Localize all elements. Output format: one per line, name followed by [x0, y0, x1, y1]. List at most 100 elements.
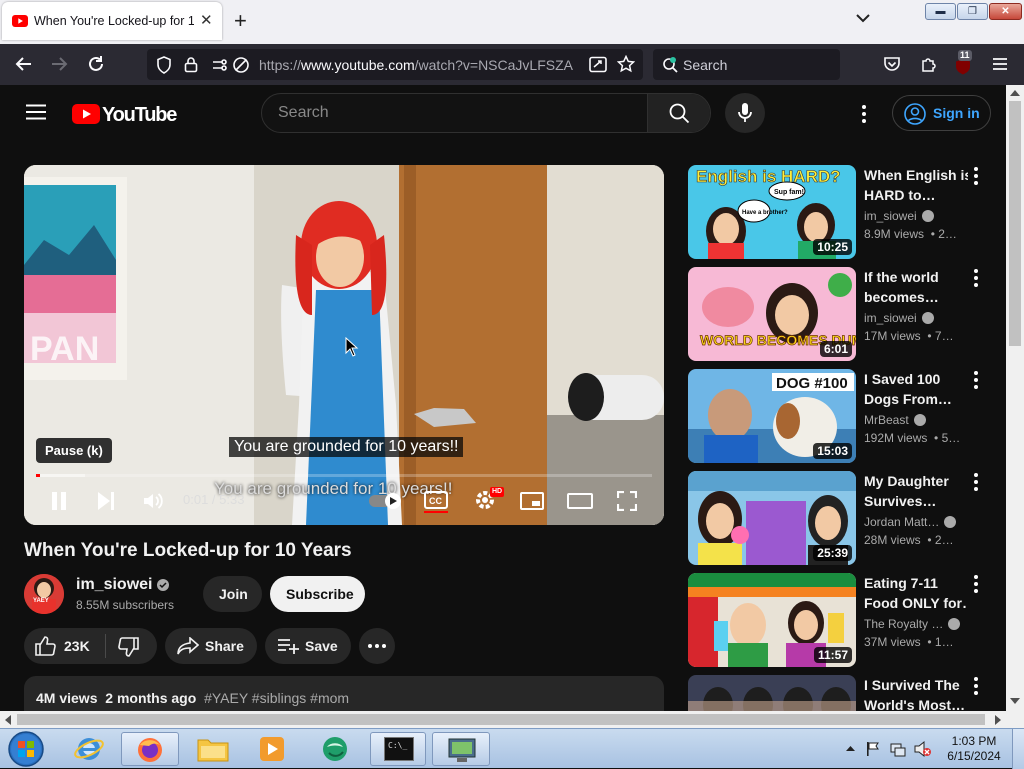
recommended-video-card[interactable]: WORLD BECOMES DUMB 6:01 If the world beco… [688, 267, 988, 361]
voice-search-button[interactable] [725, 93, 765, 133]
scroll-up-arrow-icon[interactable] [1010, 89, 1020, 96]
youtube-logo-icon[interactable] [72, 104, 100, 124]
url-bar[interactable]: https://www.youtube.com/watch?v=NSCaJvLF… [147, 49, 643, 80]
horizontal-scrollbar[interactable] [0, 711, 1024, 728]
recommended-video-card[interactable]: English is HARD? Sup fam! Have a brother? … [688, 165, 988, 259]
taskbar-media-player[interactable] [245, 732, 301, 766]
next-video-icon[interactable] [97, 492, 115, 510]
show-desktop-button[interactable] [1012, 729, 1024, 769]
taskbar-file-explorer[interactable] [185, 732, 241, 766]
dislike-thumb-icon[interactable] [118, 637, 139, 657]
volume-icon[interactable] [143, 491, 163, 511]
recommended-title[interactable]: When English is HARD to… [864, 165, 968, 205]
volume-muted-icon[interactable] [914, 740, 932, 758]
vertical-scroll-thumb[interactable] [1009, 101, 1021, 346]
video-thumbnail[interactable]: 11:57 [688, 573, 856, 667]
hashtags[interactable]: #YAEY #siblings #mom [204, 690, 349, 706]
list-all-tabs-chevron-icon[interactable] [855, 13, 871, 23]
fullscreen-icon[interactable] [617, 491, 637, 511]
channel-name[interactable]: im_siowei [76, 576, 170, 594]
taskbar-network-app[interactable] [432, 732, 490, 766]
forward-arrow-icon[interactable] [51, 56, 69, 72]
show-hidden-icons-icon[interactable] [846, 745, 855, 751]
recommended-channel[interactable]: im_siowei [864, 311, 934, 325]
more-actions-button[interactable] [359, 628, 395, 664]
settings-kebab-icon[interactable] [861, 105, 867, 123]
browser-tab-active[interactable]: When You're Locked-up for 10 Years ✕ [2, 2, 222, 40]
recommended-title[interactable]: If the world becomes… [864, 267, 968, 307]
pocket-icon[interactable] [883, 56, 901, 73]
taskbar-command-prompt[interactable]: C:\_ [370, 732, 426, 766]
like-thumb-icon[interactable] [35, 636, 56, 656]
autoplay-blocked-icon[interactable] [232, 56, 250, 74]
reader-view-icon[interactable] [589, 56, 607, 73]
video-thumbnail[interactable]: 25:39 [688, 471, 856, 565]
system-clock[interactable]: 1:03 PM 6/15/2024 [944, 734, 1004, 764]
lock-icon[interactable] [184, 56, 198, 73]
recommended-video-card[interactable]: 25:39 My Daughter Survives… Jordan Matt… … [688, 471, 988, 565]
youtube-logo-text[interactable]: YouTube [102, 104, 177, 127]
taskbar-internet-explorer[interactable] [62, 732, 118, 766]
recommended-video-card[interactable]: 11:57 Eating 7-11 Food ONLY for… The Roya… [688, 573, 988, 667]
kebab-menu-icon[interactable] [972, 677, 980, 695]
recommended-title[interactable]: Eating 7-11 Food ONLY for… [864, 573, 968, 613]
video-player[interactable]: PAN You are grounded for 10 years!! You … [24, 165, 664, 525]
window-close-button[interactable]: ✕ [989, 3, 1022, 20]
recommended-channel[interactable]: im_siowei [864, 209, 934, 223]
youtube-search-button[interactable] [647, 94, 710, 132]
taskbar-app[interactable] [307, 732, 363, 766]
vertical-scrollbar[interactable] [1006, 85, 1024, 711]
share-button[interactable]: Share [165, 628, 257, 664]
youtube-search-input[interactable] [262, 94, 647, 132]
subscribe-button[interactable]: Subscribe [270, 576, 365, 612]
sign-in-button[interactable]: Sign in [892, 95, 991, 131]
kebab-menu-icon[interactable] [972, 371, 980, 389]
recommended-title[interactable]: I Survived The World's Most… [864, 675, 968, 711]
scroll-right-arrow-icon[interactable] [995, 715, 1002, 725]
video-thumbnail[interactable]: DOG #100 15:03 [688, 369, 856, 463]
extensions-puzzle-icon[interactable] [920, 55, 938, 73]
window-minimize-button[interactable]: ▬ [925, 3, 956, 20]
video-thumbnail[interactable]: WORLD BECOMES DUMB 6:01 [688, 267, 856, 361]
save-button[interactable]: Save [265, 628, 351, 664]
recommended-title[interactable]: My Daughter Survives… [864, 471, 968, 511]
recommended-video-card[interactable]: DOG #100 15:03 I Saved 100 Dogs From… MrB… [688, 369, 988, 463]
reload-icon[interactable] [87, 55, 105, 73]
new-tab-button[interactable]: + [234, 10, 247, 32]
recommended-channel[interactable]: The Royalty … [864, 617, 961, 631]
start-orb-icon[interactable] [6, 730, 46, 768]
recommended-channel[interactable]: Jordan Matt… [864, 515, 957, 529]
scroll-left-arrow-icon[interactable] [4, 715, 11, 725]
horizontal-scroll-thumb[interactable] [17, 714, 985, 725]
recommended-channel[interactable]: MrBeast [864, 413, 926, 427]
join-button[interactable]: Join [203, 576, 262, 612]
guide-menu-icon[interactable] [26, 104, 46, 120]
window-restore-button[interactable]: ❐ [957, 3, 988, 20]
channel-avatar[interactable]: YAEY [24, 574, 64, 614]
like-count[interactable]: 23K [64, 638, 90, 654]
kebab-menu-icon[interactable] [972, 167, 980, 185]
autoplay-toggle-icon[interactable] [368, 492, 404, 510]
video-thumbnail[interactable]: English is HARD? Sup fam! Have a brother? … [688, 165, 856, 259]
tab-close-icon[interactable]: ✕ [200, 12, 213, 30]
pause-icon[interactable] [51, 492, 67, 510]
theater-mode-icon[interactable] [567, 492, 593, 510]
scroll-down-arrow-icon[interactable] [1010, 698, 1020, 705]
tracking-protection-shield-icon[interactable] [156, 56, 172, 74]
url-text[interactable]: https://www.youtube.com/watch?v=NSCaJvLF… [259, 57, 579, 73]
kebab-menu-icon[interactable] [972, 269, 980, 287]
kebab-menu-icon[interactable] [972, 473, 980, 491]
action-center-flag-icon[interactable] [866, 741, 880, 757]
hamburger-menu-icon[interactable] [992, 57, 1008, 71]
network-status-icon[interactable] [890, 741, 906, 757]
taskbar-firefox[interactable] [121, 732, 179, 766]
back-arrow-icon[interactable] [14, 56, 32, 72]
video-thumbnail[interactable] [688, 675, 856, 711]
bookmark-star-icon[interactable] [617, 55, 635, 73]
kebab-menu-icon[interactable] [972, 575, 980, 593]
recommended-video-card[interactable]: I Survived The World's Most… [688, 675, 988, 711]
progress-bar[interactable] [36, 474, 652, 477]
miniplayer-icon[interactable] [520, 492, 544, 510]
browser-search-box[interactable]: Search [653, 49, 840, 80]
recommended-title[interactable]: I Saved 100 Dogs From… [864, 369, 968, 409]
